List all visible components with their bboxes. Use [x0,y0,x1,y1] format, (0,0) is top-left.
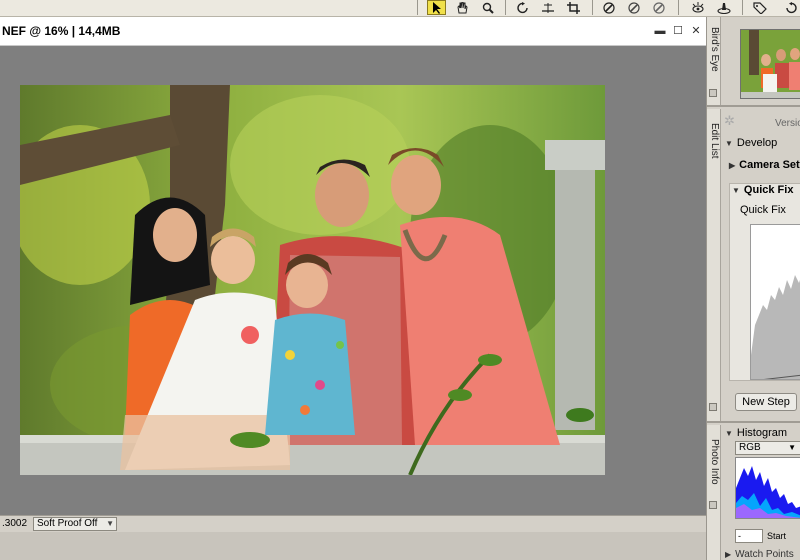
quick-fix-section-header[interactable]: ▼ Quick Fix [732,184,793,196]
edit-list-tab[interactable]: Edit List [707,109,721,421]
rotate-icon[interactable] [513,0,532,15]
edit-list-panel: Edit List ✲ Versio ▼Develop ▶Camera Sett… [707,109,800,423]
histogram-label: Histogram [736,427,788,439]
eyedropper-white-icon[interactable] [649,0,668,15]
quick-fix-item[interactable]: Quick Fix [740,204,786,216]
thumbnail-image [741,30,800,98]
toolbar-separator [505,0,506,15]
start-label: Start [767,531,787,541]
new-step-button[interactable]: New Step [735,393,797,411]
triangle-right-icon: ▶ [729,161,736,170]
chevron-down-icon: ▼ [106,519,114,528]
toolbar-separator [592,0,593,15]
birds-eye-thumbnail[interactable] [740,29,800,99]
quick-fix-header-label: Quick Fix [743,184,794,196]
zoom-icon[interactable] [478,0,497,15]
photo-info-tab-label: Photo Info [709,439,720,485]
quick-fix-box: ▼ Quick Fix Quick Fix [729,183,800,381]
document-title: NEF @ 16% | 14,4MB [2,24,121,38]
soft-proof-dropdown[interactable]: Soft Proof Off ▼ [33,517,117,531]
retouch-brush-icon[interactable] [714,0,733,15]
close-icon[interactable]: ✕ [690,25,702,37]
chevron-down-icon: ▼ [788,443,796,452]
triangle-right-icon: ▶ [725,550,732,559]
panel-toggle-icon[interactable] [709,89,717,97]
tag-icon[interactable] [750,0,769,15]
sparkle-icon: ✲ [724,113,735,128]
arrow-select-icon[interactable] [427,0,446,15]
develop-section-header[interactable]: ▼ Develop [725,137,777,149]
versions-label[interactable]: Versio [775,118,800,129]
document-titlebar: NEF @ 16% | 14,4MB ▬ ☐ ✕ [0,17,706,46]
start-input[interactable]: - [735,529,763,543]
photo-info-panel: Photo Info ▼ Histogram RGB ▼ - Start ▶ Wat… [707,425,800,560]
camera-settings-section-header[interactable]: ▶Camera Settin [729,159,800,171]
histogram-plot [736,466,800,518]
watch-points-label: Watch Points [735,549,794,560]
document-window: NEF @ 16% | 14,4MB ▬ ☐ ✕ [0,17,706,560]
panel-toggle-icon[interactable] [709,501,717,509]
histogram-graph [735,457,800,519]
triangle-down-icon: ▼ [725,139,733,148]
develop-label: Develop [736,137,778,149]
family-photo [20,85,605,475]
toolbar-separator [417,0,418,15]
zoom-readout: .3002 [2,518,28,529]
main-toolbar [0,0,800,17]
birds-eye-tab-label: Bird's Eye [709,27,720,72]
status-bar: .3002 Soft Proof Off ▼ [0,515,706,532]
eyedropper-gray-icon[interactable] [624,0,643,15]
tone-curve-graph[interactable] [750,224,800,380]
edit-list-tab-label: Edit List [709,123,720,159]
watch-points-section-header[interactable]: ▶ Watch Points [725,549,794,560]
toolbar-separator [742,0,743,15]
triangle-down-icon: ▼ [732,186,740,195]
right-panel-column: Bird's Eye Edit List ✲ Versio [706,17,800,560]
histogram-section-header[interactable]: ▼ Histogram [725,427,787,439]
panel-toggle-icon[interactable] [709,403,717,411]
hand-pan-icon[interactable] [452,0,471,15]
image-canvas[interactable] [20,85,605,475]
birds-eye-tab[interactable]: Bird's Eye [707,17,721,105]
triangle-down-icon: ▼ [725,429,733,438]
channel-dropdown[interactable]: RGB ▼ [735,441,800,455]
channel-label: RGB [739,442,761,453]
toolbar-separator [678,0,679,15]
soft-proof-label: Soft Proof Off [37,518,98,529]
minimize-icon[interactable]: ▬ [654,25,666,37]
photo-info-tab[interactable]: Photo Info [707,425,721,560]
straighten-icon[interactable] [538,0,557,15]
crop-icon[interactable] [564,0,583,15]
bottom-strip [0,532,706,560]
rotate-right-icon[interactable] [781,0,800,15]
red-eye-icon[interactable] [688,0,707,15]
camera-settings-label: Camera Settin [739,159,800,171]
birds-eye-panel: Bird's Eye [707,17,800,107]
eyedropper-black-icon[interactable] [599,0,618,15]
restore-icon[interactable]: ☐ [672,25,684,37]
curve-histogram [751,275,800,379]
